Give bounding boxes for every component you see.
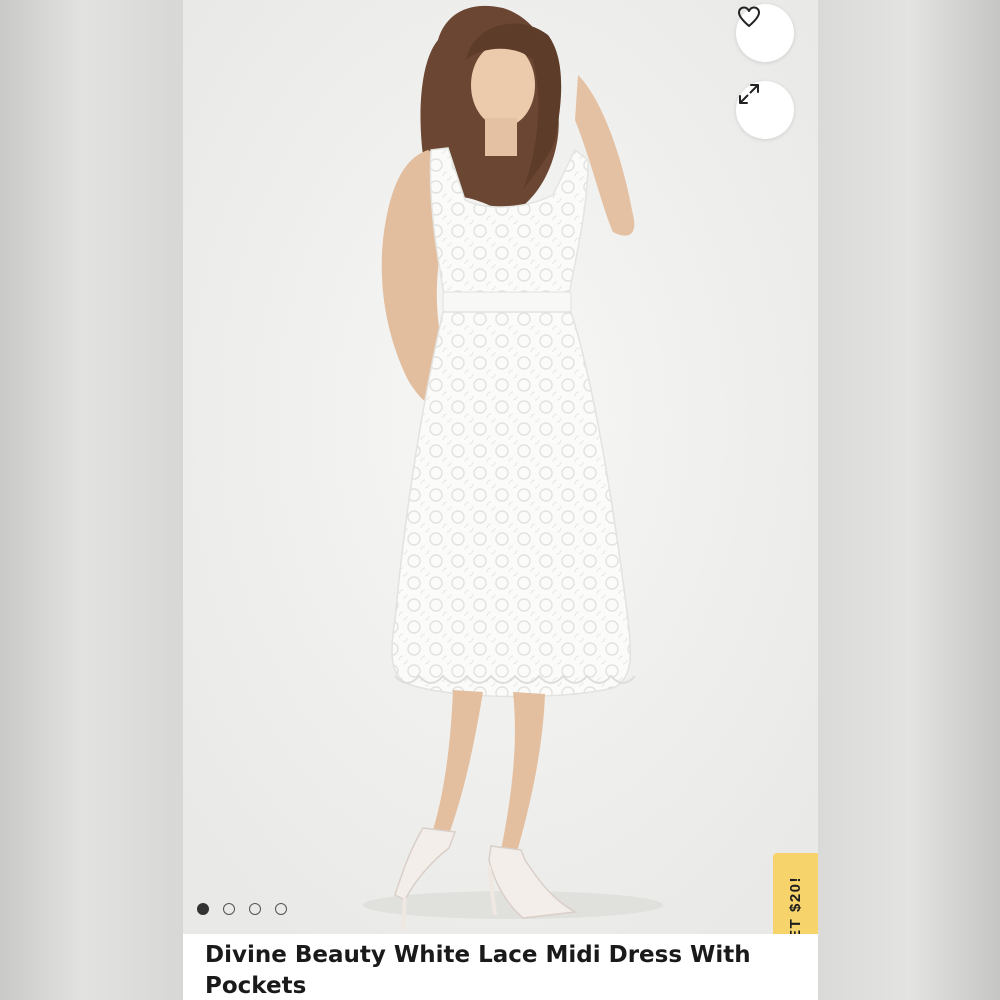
promo-label: GET $20! [787,875,804,934]
product-photo[interactable]: GET $20! [183,0,818,934]
carousel-dot[interactable] [197,903,209,915]
carousel-dot[interactable] [275,903,287,915]
like-button[interactable] [736,4,794,62]
expand-button[interactable] [736,81,794,139]
carousel-dot[interactable] [249,903,261,915]
product-title: Divine Beauty White Lace Midi Dress With… [205,942,751,999]
background-left [0,0,183,1000]
expand-arrows-icon [739,84,759,104]
carousel-indicator [197,903,287,915]
promo-tab[interactable]: GET $20! [773,853,818,934]
background-right [818,0,1000,1000]
heart-icon [738,6,760,27]
model-illustration [183,0,818,934]
carousel-dot[interactable] [223,903,235,915]
product-screen: GET $20! Divine Beauty White Lace Midi D… [183,0,818,1000]
